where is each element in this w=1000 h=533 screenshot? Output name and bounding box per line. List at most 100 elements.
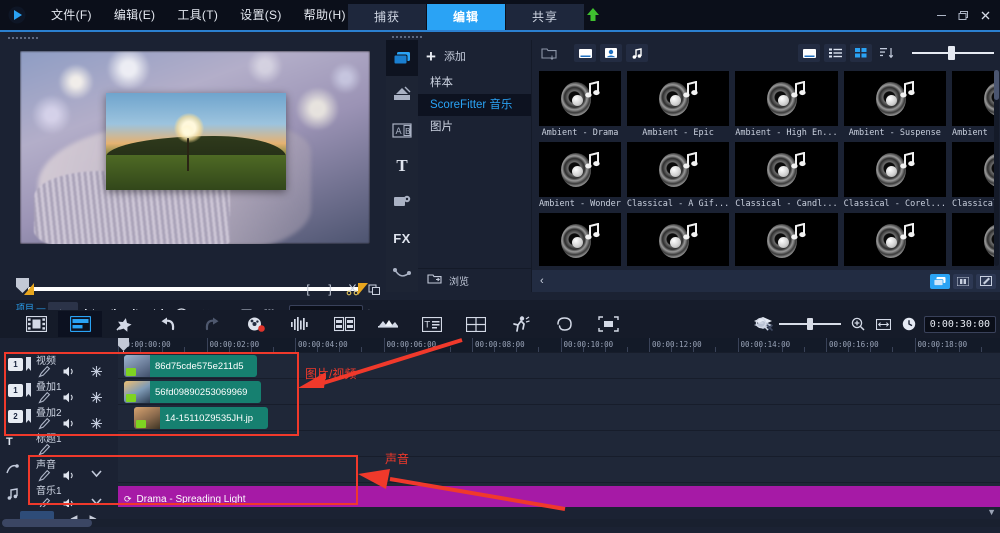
library-scrollbar[interactable] [994,70,999,266]
view-list-button[interactable] [824,44,846,62]
view-thumbnail-button[interactable] [798,44,820,62]
trim-in-marker[interactable] [24,283,34,295]
grid-layout-button[interactable] [454,311,498,337]
library-item[interactable]: Ambient - Sweetly... [949,69,994,140]
mixer-button[interactable] [102,311,146,337]
library-item[interactable] [732,211,840,266]
upload-arrow-icon[interactable] [585,7,601,28]
track-voice-mute-icon[interactable] [62,469,77,482]
track-music-1-expand-icon[interactable] [90,497,103,506]
track-title-1-icon[interactable]: T [6,436,13,448]
track-overlay-1-edit-icon[interactable] [38,391,51,404]
motion-path-icon[interactable] [386,256,418,292]
tab-share[interactable]: 共享 [506,4,585,30]
batch-convert-button[interactable] [366,311,410,337]
track-music-1-icon[interactable] [6,488,19,501]
preview-grip[interactable] [8,37,38,39]
tab-capture[interactable]: 捕获 [348,4,427,30]
redo-button[interactable] [190,311,234,337]
track-voice-expand-icon[interactable] [90,469,103,478]
library-item[interactable] [624,211,732,266]
library-item[interactable] [536,211,624,266]
view-grid-button[interactable] [850,44,872,62]
import-media-icon[interactable] [538,44,560,62]
track-video-mute-icon[interactable] [62,365,77,378]
track-overlay-2-body[interactable]: 14-15110Z9535JH.jp [118,404,1000,430]
track-overlay-1-number[interactable]: 1 [8,384,23,397]
track-video-marker-icon[interactable] [26,357,33,371]
library-item[interactable]: Ambient - Wonder [536,140,624,211]
library-nav-images[interactable]: 图片 [418,116,531,138]
library-item[interactable]: Classical - A Gif... [624,140,732,211]
library-zoom-slider[interactable] [912,44,994,62]
subtitle-editor-button[interactable]: T [410,311,454,337]
track-overlay-1-marker-icon[interactable] [26,383,33,397]
timeline-clip[interactable]: 56fd09890253069969 [124,381,261,403]
library-item[interactable] [949,211,994,266]
transitions-icon[interactable] [386,76,418,112]
track-voice-icon[interactable] [6,462,19,475]
minimize-button[interactable] [930,0,952,30]
timeline-clip[interactable]: 86d75cde575e211d5 [124,355,257,377]
tab-edit[interactable]: 编辑 [427,4,506,30]
track-video-edit-icon[interactable] [38,365,51,378]
project-duration-box[interactable]: 0:00:30:00 [923,315,996,333]
text-icon[interactable]: T [386,148,418,184]
fx-icon[interactable]: FX [386,220,418,256]
track-overlay-1-mixer-icon[interactable] [90,391,103,404]
menu-tools[interactable]: 工具(T) [166,0,229,30]
close-button[interactable] [974,0,996,30]
preview-video-display[interactable] [20,51,370,244]
mark-in-button[interactable]: [ [298,280,318,298]
motion-tracking-button[interactable] [498,311,542,337]
library-item[interactable]: Ambient - Drama [536,69,624,140]
library-collapse-button[interactable]: ‹ [536,275,544,287]
library-item[interactable]: Ambient - High En... [732,69,840,140]
timeline-clip[interactable]: 14-15110Z9535JH.jp [134,407,268,429]
storyboard-view-button[interactable] [14,311,58,337]
track-overlay-2-mixer-icon[interactable] [90,417,103,430]
timeline-view-button[interactable] [58,311,102,337]
library-item[interactable]: Classical - Corel... [841,140,949,211]
titles-ab-icon[interactable]: A B [386,112,418,148]
timeline-zoom-slider[interactable] [778,316,841,332]
scroll-down-icon[interactable]: ▼ [987,507,996,517]
mark-out-button[interactable]: ] [320,280,340,298]
media-library-icon[interactable] [386,40,418,76]
track-video-body[interactable]: 86d75cde575e211d5 [118,352,1000,378]
library-item[interactable]: Classical - Sinfo... [949,140,994,211]
track-video-mixer-icon[interactable] [90,365,103,378]
freeze-frame-button[interactable] [586,311,630,337]
library-nav-samples[interactable]: 样本 [418,72,531,94]
library-item[interactable]: Ambient - Epic [624,69,732,140]
track-title-1-edit-icon[interactable] [38,443,51,456]
sort-icon[interactable] [876,44,898,62]
menu-edit[interactable]: 编辑(E) [103,0,167,30]
timeline-horizontal-scrollbar[interactable] [0,519,1000,527]
library-item[interactable] [841,211,949,266]
menu-settings[interactable]: 设置(S) [229,0,293,30]
library-item[interactable]: Classical - Candl... [732,140,840,211]
snapshot-icon[interactable] [364,280,384,298]
track-overlay-1-body[interactable]: 56fd09890253069969 [118,378,1000,404]
library-item[interactable]: Ambient - Suspense [841,69,949,140]
browse-button[interactable]: 浏览 [418,268,532,292]
track-voice-body[interactable] [118,456,1000,482]
undo-button[interactable] [146,311,190,337]
track-overlay-1-mute-icon[interactable] [62,391,77,404]
track-overlay-2-number[interactable]: 2 [8,410,23,423]
mask-creator-button[interactable] [542,311,586,337]
track-overlay-2-mute-icon[interactable] [62,417,77,430]
library-nav-scorefitter[interactable]: ScoreFitter 音乐 [418,94,531,116]
fit-project-button[interactable] [872,311,896,337]
library-filter-icon[interactable] [953,273,973,289]
track-title-1-body[interactable] [118,430,1000,456]
zoom-in-button[interactable] [846,311,870,337]
multi-trim-button[interactable] [322,311,366,337]
filter-photo-button[interactable] [600,44,622,62]
zoom-out-button[interactable] [750,311,774,337]
filter-audio-button[interactable] [626,44,648,62]
filter-video-button[interactable] [574,44,596,62]
record-capture-button[interactable] [234,311,278,337]
timeline-ruler[interactable]: 00:00:00:00 00:00:02:00 00:00:04:00 00:00:0… [118,338,1000,352]
